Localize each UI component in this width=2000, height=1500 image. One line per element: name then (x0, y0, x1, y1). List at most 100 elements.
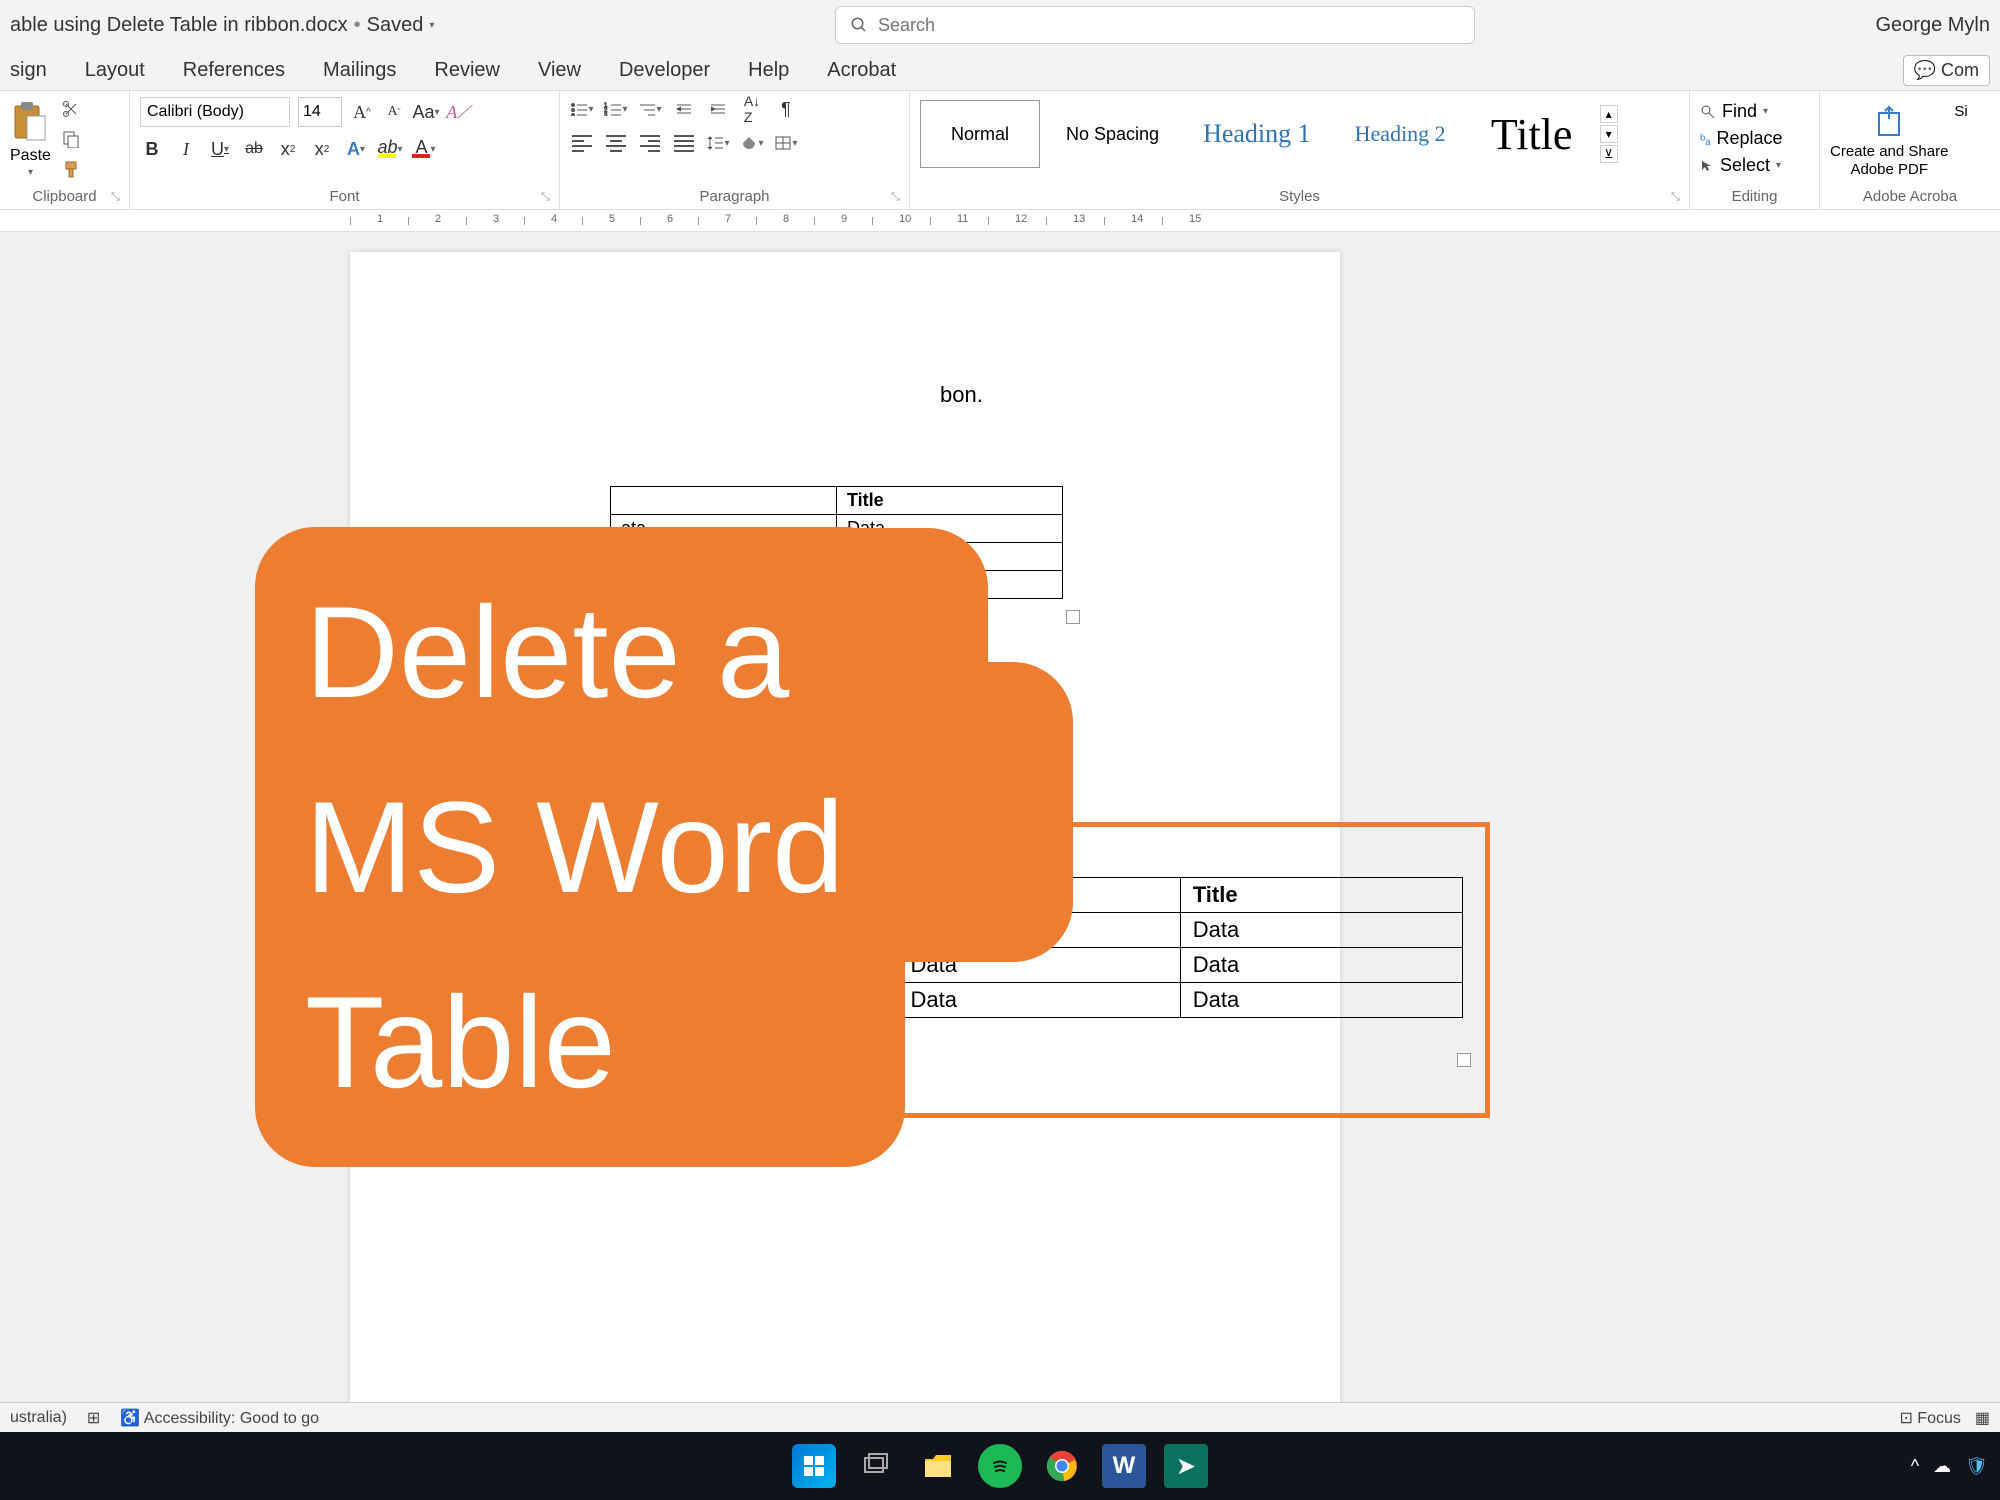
styles-scrollbar[interactable]: ▴▾⊻ (1600, 105, 1618, 163)
highlight-button[interactable]: ab▾ (378, 137, 402, 161)
security-icon[interactable]: 🛡 (1965, 1456, 1988, 1477)
table-cell[interactable]: Data (1180, 948, 1462, 983)
accessibility-status[interactable]: ♿ Accessibility: Good to go (120, 1408, 319, 1428)
chrome-icon[interactable] (1040, 1444, 1084, 1488)
format-painter-button[interactable] (59, 157, 83, 181)
align-right-button[interactable] (638, 131, 662, 155)
paste-button[interactable]: Paste ▾ (10, 97, 51, 178)
clear-format-button[interactable]: A⟋ (446, 100, 470, 124)
underline-button[interactable]: U▾ (208, 137, 232, 161)
group-editing: Find▾ ᵇₐReplace Select▾ Editing (1690, 91, 1820, 209)
shading-button[interactable]: ▾ (740, 131, 764, 155)
multilevel-list-button[interactable]: ▾ (638, 97, 662, 121)
borders-button[interactable]: ▾ (774, 131, 798, 155)
justify-button[interactable] (672, 131, 696, 155)
superscript-button[interactable]: x2 (310, 137, 334, 161)
table-resize-handle[interactable] (1457, 1053, 1471, 1067)
tab-acrobat[interactable]: Acrobat (827, 59, 896, 82)
table-cell[interactable]: Data (898, 983, 1180, 1018)
horizontal-ruler[interactable]: 123456789101112131415 (0, 210, 2000, 232)
adobe-line2: Adobe PDF (1850, 161, 1928, 178)
display-settings-icon[interactable]: ⊞ (87, 1408, 100, 1428)
replace-label: Replace (1717, 128, 1783, 149)
table-cell[interactable]: Data (1180, 913, 1462, 948)
increase-indent-button[interactable] (706, 97, 730, 121)
style-no-spacing[interactable]: No Spacing (1048, 100, 1177, 168)
select-button[interactable]: Select▾ (1700, 155, 1809, 176)
body-text-fragment: bon. (940, 382, 983, 408)
chevron-down-icon: ▾ (28, 167, 33, 178)
sort-button[interactable]: A↓Z (740, 97, 764, 121)
tab-help[interactable]: Help (748, 59, 789, 82)
create-share-pdf-button[interactable]: Create and ShareAdobe PDF (1830, 97, 1948, 179)
search-box[interactable] (835, 6, 1475, 44)
copy-button[interactable] (59, 127, 83, 151)
find-button[interactable]: Find▾ (1700, 101, 1809, 122)
style-title[interactable]: Title (1472, 100, 1592, 168)
tab-design[interactable]: sign (10, 59, 47, 82)
tab-mailings[interactable]: Mailings (323, 59, 396, 82)
table2-header[interactable]: Title (1180, 878, 1462, 913)
font-dialog-launcher[interactable]: ⤡ (541, 191, 555, 205)
chevron-down-icon[interactable]: ▾ (429, 20, 434, 31)
decrease-indent-button[interactable] (672, 97, 696, 121)
si-label: Si (1954, 103, 1967, 121)
word-icon[interactable]: W (1102, 1444, 1146, 1488)
onedrive-icon[interactable]: ☁ (1933, 1456, 1951, 1477)
italic-button[interactable]: I (174, 137, 198, 161)
group-paragraph: ▾ 123▾ ▾ A↓Z ¶ ▾ ▾ ▾ Paragraph ⤡ (560, 91, 910, 209)
comments-button[interactable]: 💬 Com (1903, 55, 1990, 86)
grow-font-button[interactable]: A^ (350, 100, 374, 124)
bullets-button[interactable]: ▾ (570, 97, 594, 121)
ribbon-tabs: sign Layout References Mailings Review V… (0, 50, 2000, 90)
app-icon[interactable]: ➤ (1164, 1444, 1208, 1488)
font-name-input[interactable] (140, 97, 290, 127)
table-resize-handle[interactable] (1066, 610, 1080, 624)
tab-view[interactable]: View (538, 59, 581, 82)
tray-chevron-icon[interactable]: ^ (1911, 1456, 1919, 1477)
change-case-button[interactable]: Aa▾ (414, 100, 438, 124)
styles-dialog-launcher[interactable]: ⤡ (1671, 191, 1685, 205)
table-cell[interactable]: Data (1180, 983, 1462, 1018)
share-pdf-icon (1871, 103, 1907, 139)
subscript-button[interactable]: x2 (276, 137, 300, 161)
search-input[interactable] (878, 15, 1460, 36)
style-heading1[interactable]: Heading 1 (1185, 100, 1329, 168)
show-marks-button[interactable]: ¶ (774, 97, 798, 121)
shrink-font-button[interactable]: Aˇ (382, 100, 406, 124)
spotify-icon[interactable] (978, 1444, 1022, 1488)
tab-references[interactable]: References (183, 59, 285, 82)
text-effects-button[interactable]: A▾ (344, 137, 368, 161)
bold-button[interactable]: B (140, 137, 164, 161)
style-heading2[interactable]: Heading 2 (1337, 100, 1464, 168)
align-center-button[interactable] (604, 131, 628, 155)
font-color-button[interactable]: A▾ (412, 137, 436, 161)
table1-header[interactable]: Title (837, 487, 1063, 515)
line-spacing-button[interactable]: ▾ (706, 131, 730, 155)
group-label-clipboard: Clipboard (10, 188, 119, 209)
clipboard-dialog-launcher[interactable]: ⤡ (111, 191, 125, 205)
task-view-icon[interactable] (854, 1444, 898, 1488)
print-layout-icon[interactable]: ▦ (1975, 1408, 1990, 1428)
replace-button[interactable]: ᵇₐReplace (1700, 128, 1809, 149)
document-title[interactable]: able using Delete Table in ribbon.docx •… (10, 14, 434, 37)
style-normal[interactable]: Normal (920, 100, 1040, 168)
file-explorer-icon[interactable] (916, 1444, 960, 1488)
user-name[interactable]: George Myln (1876, 14, 1991, 37)
start-button[interactable] (792, 1444, 836, 1488)
focus-button[interactable]: ⊡ Focus (1899, 1408, 1960, 1428)
align-left-button[interactable] (570, 131, 594, 155)
tab-developer[interactable]: Developer (619, 59, 710, 82)
ribbon: Paste ▾ Clipboard ⤡ A^ Aˇ Aa▾ A⟋ B (0, 90, 2000, 210)
cut-button[interactable] (59, 97, 83, 121)
language-status[interactable]: ustralia) (10, 1409, 67, 1427)
font-size-input[interactable] (298, 97, 342, 127)
numbering-button[interactable]: 123▾ (604, 97, 628, 121)
sign-button[interactable]: Si (1954, 97, 1967, 179)
tab-review[interactable]: Review (434, 59, 500, 82)
paragraph-dialog-launcher[interactable]: ⤡ (891, 191, 905, 205)
overlay-text: Delete a MS Word Table (255, 555, 894, 1140)
tab-layout[interactable]: Layout (85, 59, 145, 82)
strikethrough-button[interactable]: ab (242, 137, 266, 161)
save-status: Saved (367, 14, 424, 37)
